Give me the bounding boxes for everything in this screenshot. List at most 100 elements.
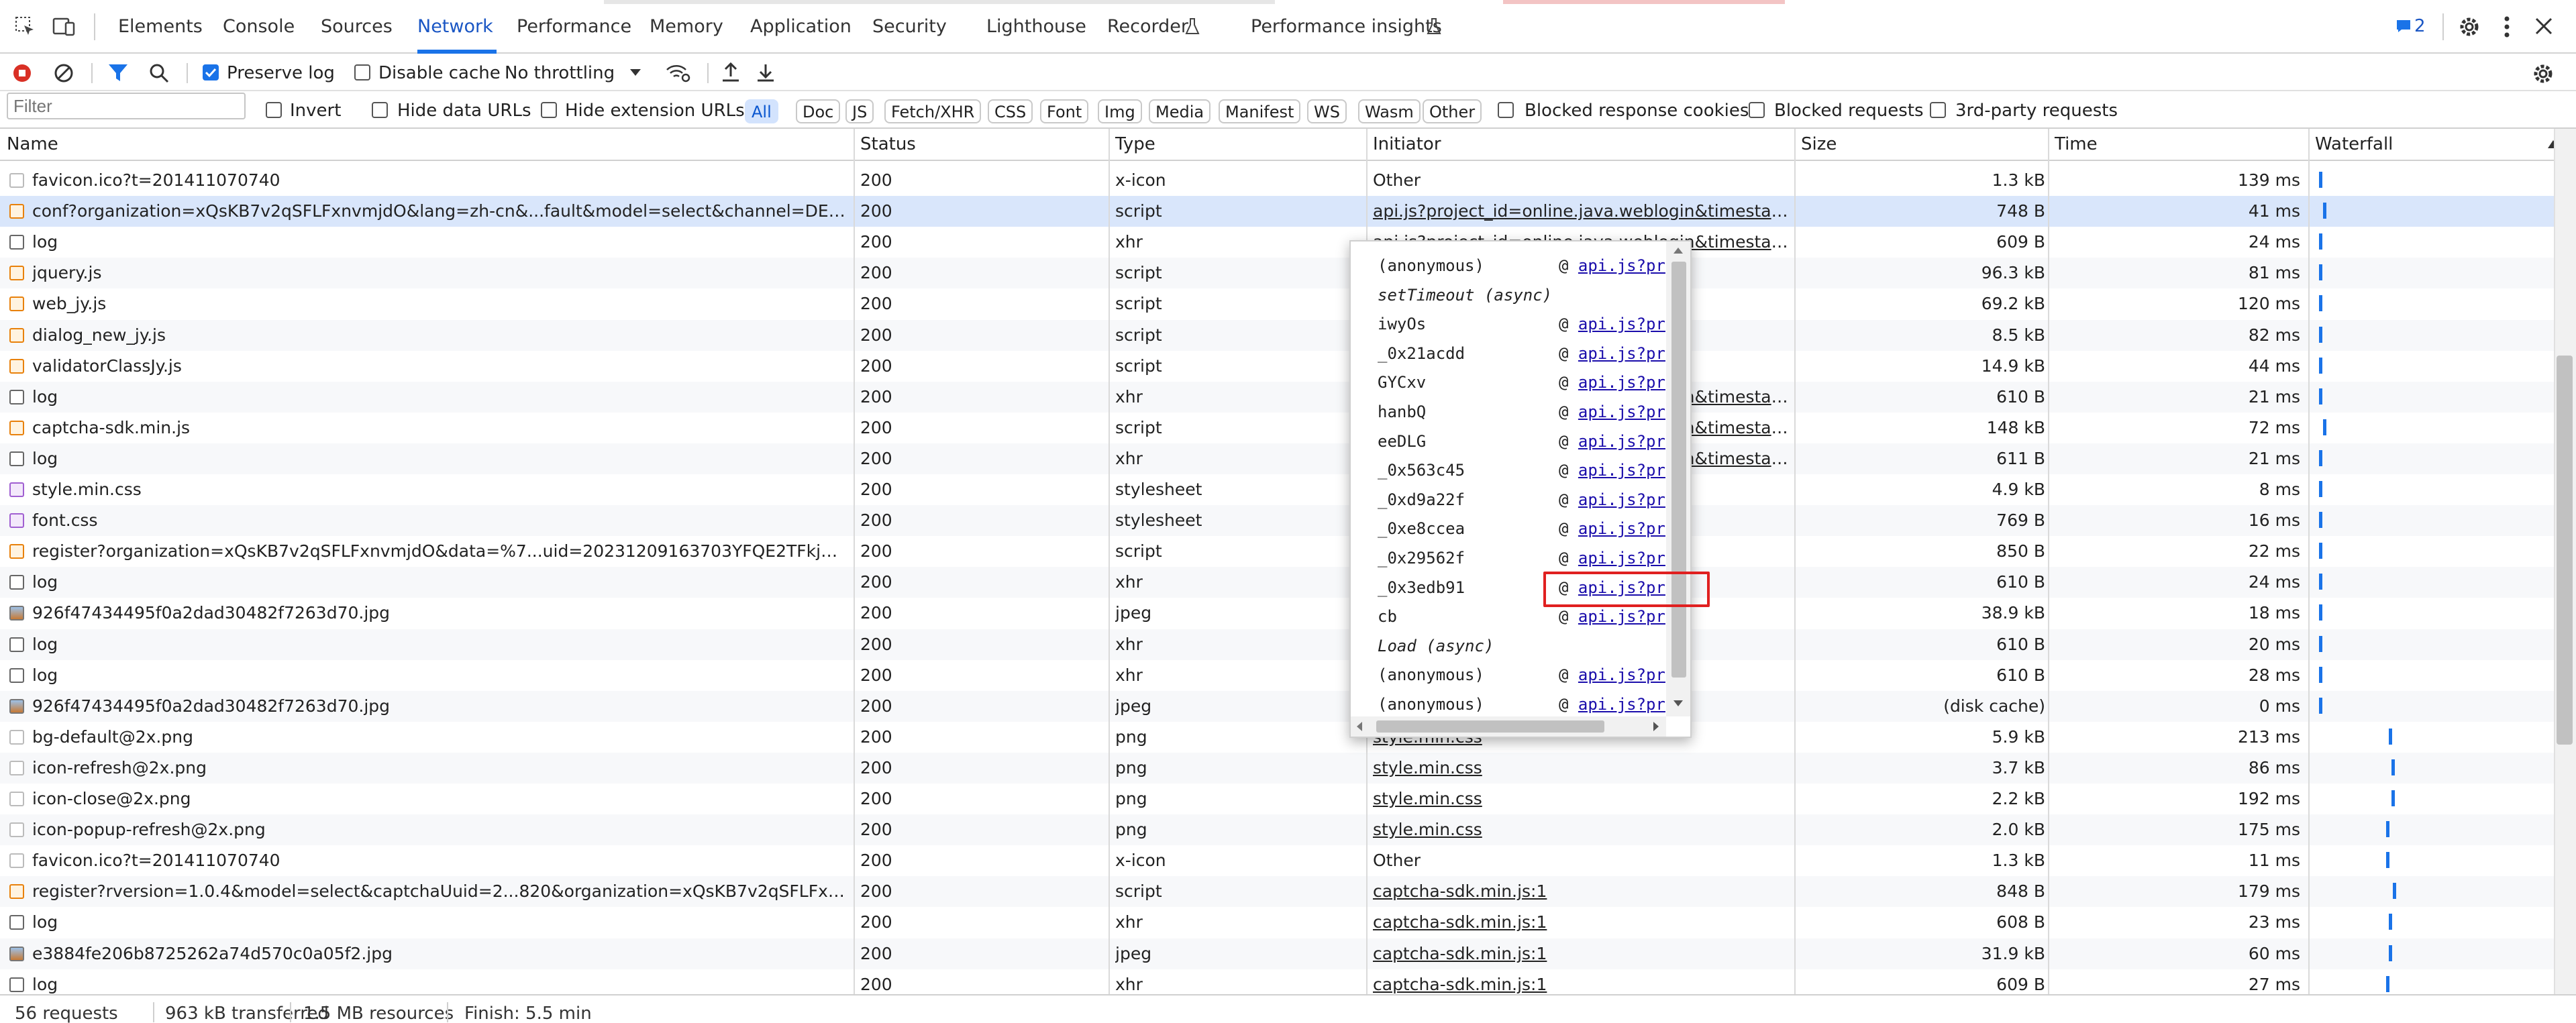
request-name[interactable]: validatorClassJy.js [32,351,847,382]
scroll-left-arrow-icon[interactable] [1355,720,1364,733]
stack-frame-source-link[interactable]: api.js?pr [1578,519,1665,538]
request-name[interactable]: 926f47434495f0a2dad30482f7263d70.jpg [32,598,847,629]
request-name[interactable]: icon-popup-refresh@2x.png [32,814,847,845]
waterfall-bar[interactable] [2319,666,2322,683]
request-name[interactable]: web_jy.js [32,288,847,319]
waterfall-bar[interactable] [2319,326,2322,343]
table-row[interactable]: register?organization=xQsKB7v2qSFLFxnvmj… [0,536,2554,568]
tab-elements[interactable]: Elements [118,12,203,42]
scroll-down-arrow-icon[interactable] [1671,699,1685,708]
tab-network[interactable]: Network [417,12,493,42]
request-name[interactable]: log [32,567,847,598]
filter-chip-media[interactable]: Media [1149,99,1211,123]
stack-frame-source-link[interactable]: api.js?pr [1578,402,1665,421]
waterfall-bar[interactable] [2319,233,2322,250]
table-row[interactable]: web_jy.js 200 script 69.2 kB 120 ms [0,288,2554,320]
disable-cache-checkbox[interactable] [354,64,370,80]
network-conditions-icon[interactable] [664,63,691,83]
column-divider[interactable] [1109,129,1110,994]
tab-console[interactable]: Console [223,12,295,42]
request-name[interactable]: favicon.ico?t=201411070740 [32,845,847,876]
request-name[interactable]: register?rversion=1.0.4&model=select&cap… [32,876,847,907]
request-name[interactable]: font.css [32,505,847,536]
stack-frame-source-link[interactable]: api.js?pr [1578,432,1665,451]
device-toolbar-icon[interactable] [52,16,76,38]
request-name[interactable]: favicon.ico?t=201411070740 [32,165,847,196]
preserve-log-checkbox[interactable] [203,64,219,80]
request-name[interactable]: e3884fe206b8725262a74d570c0a05f2.jpg [32,938,847,969]
tab-application[interactable]: Application [750,12,852,42]
request-name[interactable]: icon-refresh@2x.png [32,753,847,784]
filter-icon[interactable] [107,63,129,83]
waterfall-bar[interactable] [2323,419,2326,435]
stack-frame-source-link[interactable]: api.js?pr [1578,665,1665,684]
waterfall-bar[interactable] [2386,852,2389,869]
initiator-link[interactable]: style.min.css [1373,784,1790,814]
hide-data-urls-label[interactable]: Hide data URLs [397,101,531,121]
stack-frame-source-link[interactable]: api.js?pr [1578,607,1665,626]
tab-sources[interactable]: Sources [321,12,393,42]
table-row[interactable]: register?rversion=1.0.4&model=select&cap… [0,876,2554,908]
clear-icon[interactable] [54,63,74,83]
stack-frame-source-link[interactable]: api.js?pr [1578,344,1665,363]
blocked-requests-label[interactable]: Blocked requests [1774,101,1924,121]
table-row[interactable]: captcha-sdk.min.js200scriptapi.js?projec… [0,412,2554,443]
waterfall-bar[interactable] [2319,697,2322,714]
waterfall-bar[interactable] [2319,635,2322,652]
waterfall-bar[interactable] [2393,883,2396,900]
stop-recording-icon[interactable] [12,63,32,83]
request-name[interactable]: bg-default@2x.png [32,722,847,753]
request-name[interactable]: dialog_new_jy.js [32,320,847,351]
waterfall-bar[interactable] [2319,172,2322,188]
stack-frame-source-link[interactable]: api.js?pr [1578,490,1665,509]
filter-chip-other[interactable]: Other [1423,99,1482,123]
table-row[interactable]: dialog_new_jy.js 200 script 8.5 kB 82 ms [0,319,2554,351]
request-name[interactable]: jquery.js [32,258,847,288]
vertical-scrollbar-thumb[interactable] [2557,356,2573,745]
waterfall-bar[interactable] [2391,790,2395,806]
tab-lighthouse[interactable]: Lighthouse [986,12,1086,42]
table-row[interactable]: e3884fe206b8725262a74d570c0a05f2.jpg 200 j… [0,938,2554,969]
settings-gear-icon[interactable] [2457,15,2481,39]
table-row[interactable]: favicon.ico?t=201411070740 200 x-icon Other… [0,165,2554,196]
table-row[interactable]: bg-default@2x.png200pngstyle.min.css5.9 … [0,721,2554,753]
column-divider[interactable] [1794,129,1796,994]
waterfall-bar[interactable] [2391,759,2395,775]
waterfall-bar[interactable] [2319,264,2322,281]
scroll-up-arrow-icon[interactable] [1671,246,1685,255]
column-divider[interactable] [854,129,855,994]
tab-recorder[interactable]: Recorder [1107,12,1188,42]
request-name[interactable]: icon-close@2x.png [32,784,847,814]
table-row[interactable]: validatorClassJy.js 200 script 14.9 kB 44 ms [0,350,2554,382]
filter-chip-img[interactable]: Img [1098,99,1142,123]
table-row[interactable]: conf?organization=xQsKB7v2qSFLFxnvmjdO&l… [0,196,2554,227]
filter-chip-all[interactable]: All [745,99,778,123]
import-har-icon[interactable] [721,62,741,83]
waterfall-bar[interactable] [2389,728,2392,745]
network-settings-gear-icon[interactable] [2531,62,2555,86]
waterfall-bar[interactable] [2319,604,2322,621]
waterfall-bar[interactable] [2389,945,2392,961]
request-name[interactable]: log [32,227,847,258]
column-header-type[interactable]: Type [1109,129,1155,160]
filter-chip-doc[interactable]: Doc [796,99,841,123]
waterfall-bar[interactable] [2319,512,2322,529]
stack-frame-source-link[interactable]: api.js?pr [1578,695,1665,714]
tab-performance[interactable]: Performance [517,12,631,42]
blocked-cookies-label[interactable]: Blocked response cookies [1525,101,1749,121]
disable-cache-label[interactable]: Disable cache [378,63,501,83]
request-name[interactable]: captcha-sdk.min.js [32,413,847,443]
table-row[interactable]: 926f47434495f0a2dad30482f7263d70.jpg 200 j… [0,598,2554,629]
initiator-link[interactable]: style.min.css [1373,814,1790,845]
filter-chip-manifest[interactable]: Manifest [1219,99,1301,123]
initiator-link[interactable]: captcha-sdk.min.js:1 [1373,876,1790,907]
filter-chip-font[interactable]: Font [1040,99,1089,123]
invert-label[interactable]: Invert [290,101,341,121]
table-row[interactable]: jquery.js 200 script 96.3 kB 81 ms [0,258,2554,289]
request-name[interactable]: register?organization=xQsKB7v2qSFLFxnvmj… [32,536,847,567]
stack-frame-source-link[interactable]: api.js?pr [1578,461,1665,480]
waterfall-bar[interactable] [2386,821,2389,838]
stack-frame-source-link[interactable]: api.js?pr [1578,256,1665,275]
column-header-waterfall[interactable]: Waterfall [2308,129,2393,160]
request-name[interactable]: log [32,907,847,938]
